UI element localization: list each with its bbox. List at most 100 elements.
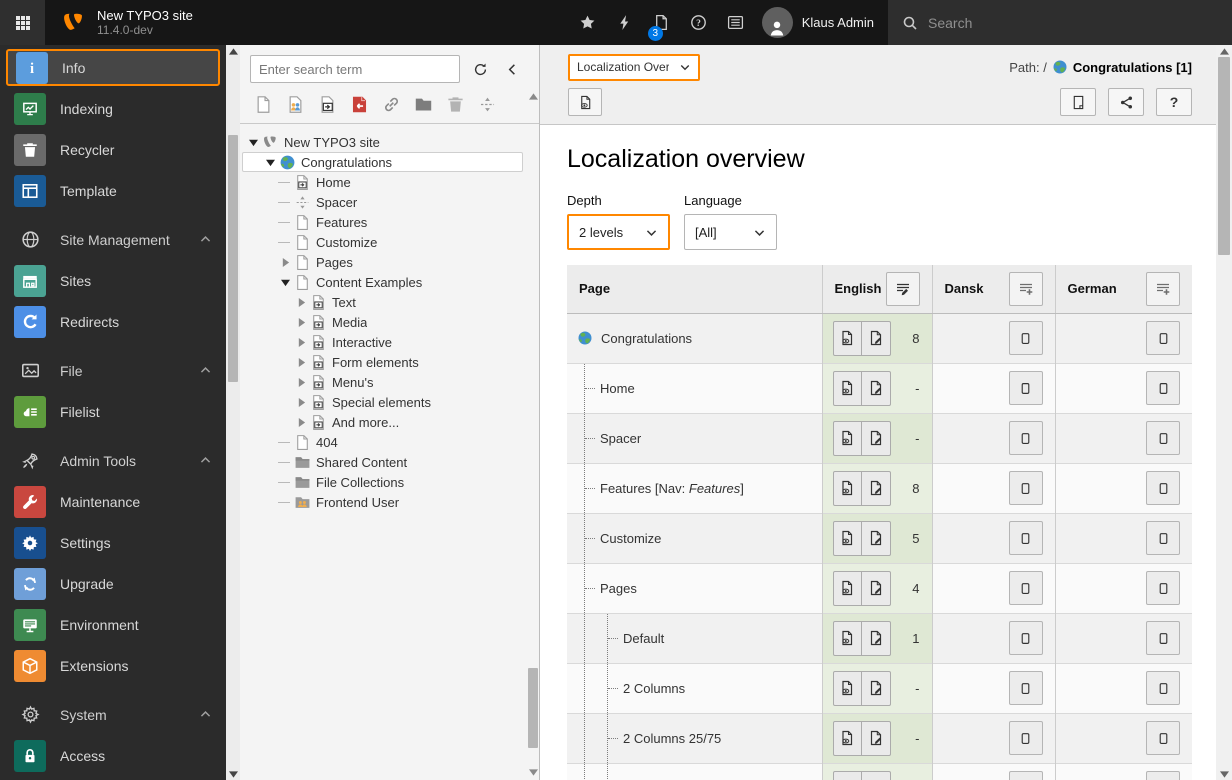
translate-checkbox-german[interactable] <box>1146 571 1180 605</box>
new-page-backend-section-icon[interactable] <box>286 95 305 114</box>
tree-refresh-button[interactable] <box>468 57 492 81</box>
view-webpage-button[interactable] <box>568 88 602 116</box>
translate-checkbox-german[interactable] <box>1146 671 1180 705</box>
edit-page-button[interactable] <box>861 320 891 356</box>
module-item-indexing[interactable]: Indexing <box>6 90 220 127</box>
expand-arrow-icon[interactable] <box>294 375 308 389</box>
shortcut-button[interactable] <box>1060 88 1096 116</box>
edit-page-button[interactable] <box>861 370 891 406</box>
module-item-template[interactable]: Template <box>6 172 220 209</box>
tree-node-frontend-user[interactable]: Frontend User <box>240 492 523 512</box>
tree-node-form-elements[interactable]: Form elements <box>240 352 523 372</box>
view-page-button[interactable] <box>832 520 862 556</box>
module-group-admin-tools[interactable]: Admin Tools <box>6 442 220 479</box>
module-group-site-management[interactable]: Site Management <box>6 221 220 258</box>
collapse-arrow-icon[interactable] <box>278 275 292 289</box>
tree-node-shared-content[interactable]: Shared Content <box>240 452 523 472</box>
expand-arrow-icon[interactable] <box>294 395 308 409</box>
new-folder-icon[interactable] <box>414 95 433 114</box>
tree-node-special-elements[interactable]: Special elements <box>240 392 523 412</box>
translate-checkbox-german[interactable] <box>1146 771 1180 780</box>
tree-search-input[interactable] <box>250 55 460 83</box>
edit-page-button[interactable] <box>861 470 891 506</box>
tree-node-spacer[interactable]: Spacer <box>240 192 523 212</box>
share-button[interactable] <box>1108 88 1144 116</box>
tree-node-menu-s[interactable]: Menu's <box>240 372 523 392</box>
scroll-up-arrow-icon[interactable] <box>226 45 240 57</box>
module-item-settings[interactable]: Settings <box>6 524 220 561</box>
tree-node-home[interactable]: Home <box>240 172 523 192</box>
view-page-button[interactable] <box>832 770 862 780</box>
new-spacer-icon[interactable] <box>478 95 497 114</box>
translate-checkbox-dansk[interactable] <box>1008 621 1043 655</box>
tree-node-and-more[interactable]: And more... <box>240 412 523 432</box>
system-information-button[interactable] <box>717 0 754 45</box>
help-button[interactable]: ? <box>680 0 717 45</box>
new-recycler-icon[interactable] <box>446 95 465 114</box>
tree-collapse-button[interactable] <box>500 57 524 81</box>
view-page-button[interactable] <box>832 720 862 756</box>
translate-checkbox-dansk[interactable] <box>1008 571 1043 605</box>
module-item-filelist[interactable]: Filelist <box>6 393 220 430</box>
scroll-down-arrow-icon[interactable] <box>526 766 540 778</box>
edit-page-button[interactable] <box>861 620 891 656</box>
collapse-arrow-icon[interactable] <box>246 135 260 149</box>
translate-checkbox-dansk[interactable] <box>1008 721 1043 755</box>
expand-arrow-icon[interactable] <box>294 315 308 329</box>
search-input[interactable] <box>928 14 1168 31</box>
translate-checkbox-german[interactable] <box>1146 321 1180 355</box>
module-item-environment[interactable]: Environment <box>6 606 220 643</box>
tree-node-media[interactable]: Media <box>240 312 523 332</box>
scrollbar-thumb[interactable] <box>1218 57 1230 255</box>
edit-page-button[interactable] <box>861 520 891 556</box>
brand[interactable]: New TYPO3 site 11.4.0-dev <box>45 8 193 37</box>
scrollbar-thumb[interactable] <box>528 668 538 748</box>
expand-arrow-icon[interactable] <box>294 335 308 349</box>
user-menu-button[interactable]: Klaus Admin <box>754 7 888 38</box>
tree-node-pages[interactable]: Pages <box>240 252 523 272</box>
edit-page-button[interactable] <box>861 420 891 456</box>
edit-page-button[interactable] <box>861 720 891 756</box>
scroll-down-arrow-icon[interactable] <box>1216 768 1232 780</box>
scroll-down-arrow-icon[interactable] <box>226 768 240 780</box>
edit-page-button[interactable] <box>861 670 891 706</box>
module-help-button[interactable]: ? <box>1156 88 1192 116</box>
new-mountpoint-icon[interactable] <box>350 95 369 114</box>
translate-checkbox-german[interactable] <box>1146 421 1180 455</box>
function-select[interactable]: Localization Overview <box>568 53 700 81</box>
translate-checkbox-dansk[interactable] <box>1008 471 1043 505</box>
new-page-icon[interactable] <box>254 95 273 114</box>
clear-cache-button[interactable] <box>606 0 643 45</box>
module-item-redirects[interactable]: Redirects <box>6 303 220 340</box>
view-page-button[interactable] <box>832 570 862 606</box>
translate-checkbox-dansk[interactable] <box>1008 321 1043 355</box>
translate-checkbox-dansk[interactable] <box>1008 371 1043 405</box>
new-link-icon[interactable] <box>382 95 401 114</box>
translate-checkbox-german[interactable] <box>1146 621 1180 655</box>
module-group-system[interactable]: System <box>6 696 220 733</box>
module-item-recycler[interactable]: Recycler <box>6 131 220 168</box>
tree-node-text[interactable]: Text <box>240 292 523 312</box>
modulemenu-toggle-button[interactable] <box>0 0 45 45</box>
collapse-arrow-icon[interactable] <box>263 155 277 169</box>
tree-node-file-collections[interactable]: File Collections <box>240 472 523 492</box>
tree-node-interactive[interactable]: Interactive <box>240 332 523 352</box>
expand-arrow-icon[interactable] <box>294 295 308 309</box>
expand-arrow-icon[interactable] <box>294 415 308 429</box>
translate-checkbox-dansk[interactable] <box>1008 771 1043 780</box>
content-scrollbar[interactable] <box>1216 45 1232 780</box>
module-item-extensions[interactable]: Extensions <box>6 647 220 684</box>
view-page-button[interactable] <box>832 620 862 656</box>
new-shortcut-icon[interactable] <box>318 95 337 114</box>
translate-checkbox-dansk[interactable] <box>1008 671 1043 705</box>
view-page-button[interactable] <box>832 320 862 356</box>
module-item-sites[interactable]: Sites <box>6 262 220 299</box>
create-translation-headers-button-german[interactable] <box>1146 271 1180 306</box>
tree-node-customize[interactable]: Customize <box>240 232 523 252</box>
translate-checkbox-german[interactable] <box>1146 371 1180 405</box>
view-page-button[interactable] <box>832 370 862 406</box>
tree-node-congratulations[interactable]: Congratulations <box>242 152 523 172</box>
bookmark-button[interactable] <box>569 0 606 45</box>
module-item-access[interactable]: Access <box>6 737 220 774</box>
edit-page-button[interactable] <box>861 570 891 606</box>
